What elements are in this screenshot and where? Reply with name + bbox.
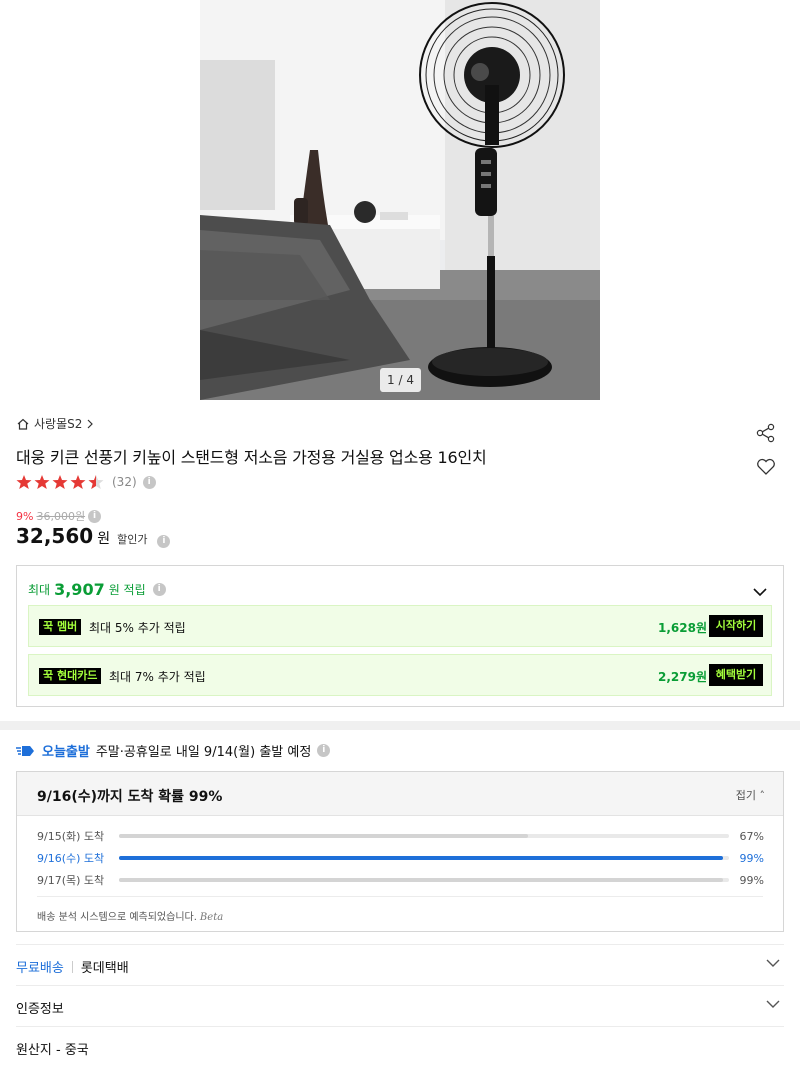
image-counter: 1 / 4 <box>380 368 421 392</box>
chevron-down-icon <box>753 588 767 597</box>
prediction-note-text: 배송 분석 시스템으로 예측되었습니다. <box>37 912 197 923</box>
probability-fill <box>119 878 723 882</box>
probability-value: 99% <box>739 873 764 887</box>
wishlist-button[interactable] <box>755 456 777 482</box>
price-row: 32,560 원 할인가 i <box>16 524 171 548</box>
section-divider <box>0 721 800 730</box>
review-count: (32) <box>112 475 137 489</box>
store-link[interactable]: 사랑몰S2 <box>16 415 94 432</box>
info-icon[interactable]: i <box>88 509 102 523</box>
fast-delivery-icon <box>16 745 34 756</box>
shipping-info: 오늘출발 주말·공휴일로 내일 9/14(월) 출발 예정 i <box>16 741 331 760</box>
today-shipping-label: 오늘출발 <box>42 745 90 760</box>
probability-fill <box>119 834 528 838</box>
beta-label: Beta <box>199 912 224 923</box>
certification-row[interactable]: 인증정보 <box>16 985 784 1026</box>
info-icon[interactable]: i <box>142 475 156 489</box>
arrival-date: 9/16(수) 도착 <box>37 852 105 865</box>
share-icon <box>756 423 775 443</box>
member-badge: 꾹 멤버 <box>39 619 82 635</box>
star-rating <box>16 474 106 490</box>
points-desc: 최대 5% 추가 적립 <box>89 621 186 635</box>
probability-fill <box>119 856 723 860</box>
delivery-row[interactable]: 무료배송 롯데택배 <box>16 944 784 985</box>
product-photo <box>200 0 600 400</box>
info-icon[interactable]: i <box>152 583 166 596</box>
prediction-note: 배송 분석 시스템으로 예측되었습니다. Beta <box>37 908 223 923</box>
price-label: 할인가 <box>117 533 148 546</box>
divider <box>37 896 763 897</box>
points-row-member: 꾹 멤버 최대 5% 추가 적립 1,628원 시작하기 <box>28 605 772 647</box>
currency-unit: 원 <box>97 531 111 547</box>
benefit-button[interactable]: 혜택받기 <box>709 664 763 686</box>
info-icon[interactable]: i <box>157 535 171 548</box>
card-badge: 꾹 현대카드 <box>39 668 102 684</box>
product-image[interactable]: 1 / 4 <box>200 0 600 400</box>
chevron-up-icon: ˄ <box>759 789 766 802</box>
info-icon[interactable]: i <box>317 744 331 757</box>
original-price: 36,000원 <box>36 510 86 523</box>
points-row-card: 꾹 현대카드 최대 7% 추가 적립 2,279원 혜택받기 <box>28 654 772 696</box>
points-desc: 최대 7% 추가 적립 <box>109 670 206 684</box>
arrival-date: 9/17(목) 도착 <box>37 874 105 887</box>
arrival-title: 9/16(수)까지 도착 확률 99% <box>37 789 223 805</box>
shipping-message: 주말·공휴일로 내일 9/14(월) 출발 예정 <box>95 745 312 760</box>
points-amount: 3,907 <box>54 580 105 599</box>
arrival-row: 9/17(목) 도착 99% <box>37 872 764 888</box>
store-name: 사랑몰S2 <box>34 417 83 431</box>
points-panel: 최대 3,907 원 적립 i 꾹 멤버 최대 5% 추가 적립 1,628원 … <box>16 565 784 707</box>
expand-button[interactable] <box>766 957 780 972</box>
arrival-date: 9/15(화) 도착 <box>37 830 105 843</box>
rating[interactable]: (32) i <box>16 474 156 490</box>
stars-icon <box>16 475 104 489</box>
share-button[interactable] <box>755 422 777 448</box>
chevron-down-icon <box>766 1000 780 1008</box>
current-price: 32,560 <box>16 524 94 548</box>
arrival-row: 9/16(수) 도착 99% <box>37 850 764 866</box>
origin-label: 원산지 - 중국 <box>16 1043 89 1058</box>
separator <box>71 961 73 973</box>
home-icon <box>17 418 29 430</box>
discount-row: 9% 36,000원 i <box>16 508 102 524</box>
points-suffix: 원 적립 <box>108 583 146 597</box>
heart-icon <box>757 458 775 475</box>
arrival-header: 9/16(수)까지 도착 확률 99% 접기 ˄ <box>17 772 783 816</box>
certification-label: 인증정보 <box>16 1002 64 1017</box>
discount-rate: 9% <box>16 509 34 523</box>
points-amount: 1,628원 <box>658 621 707 635</box>
chevron-down-icon <box>766 959 780 967</box>
points-prefix: 최대 <box>28 583 51 597</box>
carrier-name: 롯데택배 <box>80 961 129 976</box>
collapse-button[interactable]: 접기 ˄ <box>736 787 765 803</box>
probability-value: 67% <box>739 829 764 843</box>
probability-value: 99% <box>739 851 764 865</box>
arrival-row: 9/15(화) 도착 67% <box>37 828 764 844</box>
points-amount: 2,279원 <box>658 670 707 684</box>
probability-bar <box>119 856 729 860</box>
probability-bar <box>119 878 729 882</box>
start-button[interactable]: 시작하기 <box>709 615 763 637</box>
collapse-label: 접기 <box>735 789 756 802</box>
free-shipping-label: 무료배송 <box>16 961 64 976</box>
points-header[interactable]: 최대 3,907 원 적립 i <box>28 580 166 599</box>
arrival-estimate: 9/16(수)까지 도착 확률 99% 접기 ˄ 9/15(화) 도착 67% … <box>16 771 784 932</box>
product-title: 대웅 키큰 선풍기 키높이 스탠드형 저소음 가정용 거실용 업소용 16인치 <box>16 448 487 467</box>
probability-bar <box>119 834 729 838</box>
expand-button[interactable] <box>766 998 780 1013</box>
chevron-right-icon <box>87 419 94 428</box>
origin-row: 원산지 - 중국 <box>16 1026 784 1067</box>
expand-button[interactable] <box>753 582 767 601</box>
